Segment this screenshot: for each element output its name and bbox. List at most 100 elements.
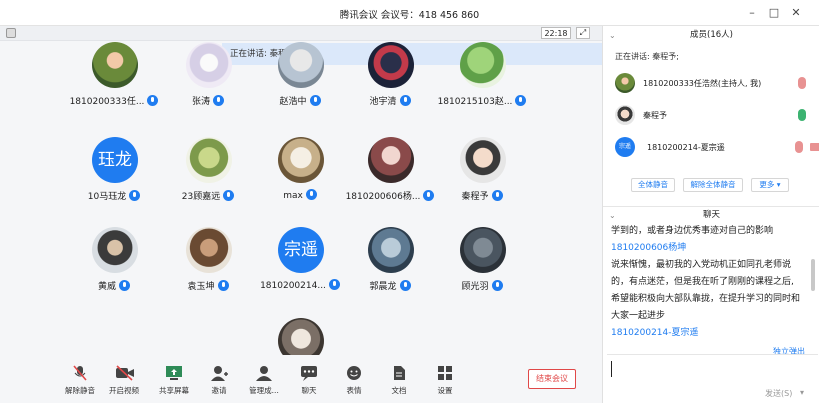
chat-input[interactable] bbox=[607, 354, 818, 385]
start-video-button[interactable]: 开启视频 bbox=[99, 365, 149, 396]
share-screen-button[interactable]: 共享屏幕 bbox=[149, 365, 199, 396]
mic-off-icon[interactable] bbox=[795, 141, 803, 153]
camera-off-icon bbox=[115, 365, 134, 381]
mic-on-icon[interactable] bbox=[798, 109, 806, 121]
mic-off-icon[interactable] bbox=[798, 77, 806, 89]
participant-tile[interactable]: 珏龙 10马珏龙 bbox=[64, 137, 164, 207]
mic-icon bbox=[213, 95, 224, 106]
participant-name: 袁玉坤 bbox=[187, 282, 215, 292]
emoji-icon bbox=[345, 365, 363, 381]
security-shield-icon[interactable] bbox=[6, 28, 16, 38]
settings-icon bbox=[436, 365, 454, 381]
chevron-down-icon[interactable]: ⌄ bbox=[609, 27, 616, 44]
chat-icon bbox=[300, 365, 318, 381]
mic-muted-icon bbox=[71, 365, 89, 381]
participant-avatar bbox=[460, 42, 506, 88]
toolbar-label: 开启视频 bbox=[109, 386, 139, 395]
toolbar-label: 设置 bbox=[437, 386, 453, 395]
member-avatar bbox=[615, 73, 635, 93]
meeting-clock: 22:18 bbox=[541, 27, 571, 39]
emoji-button[interactable]: 表情 bbox=[329, 365, 379, 396]
participant-name: 10马珏龙 bbox=[87, 192, 127, 202]
window-title: 腾讯会议 会议号：418 456 860 bbox=[339, 10, 480, 21]
participant-tile[interactable]: 袁玉坤 bbox=[158, 227, 258, 297]
maximize-button[interactable]: □ bbox=[766, 5, 782, 21]
camera-off-icon[interactable] bbox=[810, 143, 819, 151]
toolbar-label: 共享屏幕 bbox=[159, 386, 189, 395]
chat-header[interactable]: ⌄ 聊天 bbox=[603, 206, 819, 223]
member-row[interactable]: 宗遥 1810200214-夏宗遥 bbox=[615, 137, 819, 159]
participant-name: 张涛 bbox=[191, 97, 210, 107]
chat-line: 说来惭愧，最初我的入党动机正如同孔老师说 bbox=[611, 260, 792, 270]
send-options-chevron-icon[interactable]: ▾ bbox=[800, 388, 804, 397]
toolbar-label: 解除静音 bbox=[65, 386, 95, 395]
participant-name: 秦程予 bbox=[461, 192, 489, 202]
participant-tile[interactable]: 黄威 bbox=[64, 227, 164, 297]
document-icon bbox=[390, 365, 408, 381]
participant-tile[interactable]: 池宇清 bbox=[340, 42, 440, 112]
chat-line: 的，有点迷茫，但是我在听了刚刚的课程之后, bbox=[611, 277, 794, 287]
member-row[interactable]: 秦程予 bbox=[615, 105, 815, 127]
mic-icon bbox=[305, 189, 317, 200]
participant-tile[interactable]: 顾光羽 bbox=[432, 227, 532, 297]
fullscreen-icon[interactable]: ⤢ bbox=[576, 27, 590, 39]
mic-icon bbox=[399, 280, 411, 291]
participant-avatar bbox=[460, 227, 506, 273]
mic-icon bbox=[217, 280, 229, 291]
text-caret bbox=[611, 361, 612, 377]
participant-tile[interactable]: 1810200606杨... bbox=[340, 137, 440, 207]
participant-name: max bbox=[283, 191, 303, 201]
participant-avatar: 宗遥 bbox=[278, 227, 324, 273]
toolbar-label: 聊天 bbox=[301, 386, 317, 395]
chat-line: 希望能积极向大部队靠拢，在提升学习的同时和 bbox=[611, 294, 801, 304]
toolbar-label: 表情 bbox=[346, 386, 362, 395]
chat-line: 学到的，或者身边优秀事迹对自己的影响 bbox=[611, 226, 774, 236]
participant-tile[interactable]: 1810215103赵... bbox=[432, 42, 532, 112]
members-header[interactable]: ⌄ 成员(16人) bbox=[603, 27, 819, 44]
member-row[interactable]: 1810200333任浩然(主持人, 我) bbox=[615, 73, 815, 95]
chevron-down-icon[interactable]: ⌄ bbox=[609, 207, 616, 224]
participant-avatar bbox=[186, 227, 232, 273]
participant-avatar bbox=[278, 318, 324, 358]
participant-tile[interactable] bbox=[250, 318, 350, 358]
mic-icon bbox=[129, 190, 141, 201]
participant-tile[interactable]: 张涛 bbox=[158, 42, 258, 112]
document-button[interactable]: 文档 bbox=[374, 365, 424, 396]
mute-all-button[interactable]: 全体静音 bbox=[631, 178, 675, 192]
toolbar-label: 邀请 bbox=[211, 386, 227, 395]
settings-button[interactable]: 设置 bbox=[420, 365, 470, 396]
chat-button[interactable]: 聊天 bbox=[284, 365, 334, 396]
manage-members-button[interactable]: 管理成... bbox=[239, 365, 289, 396]
close-button[interactable]: ✕ bbox=[788, 5, 804, 21]
chat-line: 大家一起进步 bbox=[611, 311, 666, 321]
unmute-all-button[interactable]: 解除全体静音 bbox=[683, 178, 743, 192]
participant-name: 赵浩中 bbox=[279, 97, 307, 107]
participant-avatar bbox=[368, 42, 414, 88]
mic-icon bbox=[515, 95, 527, 106]
participant-name: 郭晨龙 bbox=[369, 282, 397, 292]
participant-avatar bbox=[278, 42, 324, 88]
participant-avatar bbox=[92, 227, 138, 273]
participant-avatar bbox=[460, 137, 506, 183]
mic-icon bbox=[491, 280, 503, 291]
member-avatar bbox=[615, 105, 635, 125]
chat-sender: 1810200214-夏宗遥 bbox=[611, 328, 699, 338]
chat-scrollbar[interactable] bbox=[811, 259, 815, 291]
end-meeting-button[interactable]: 结束会议 bbox=[528, 369, 576, 389]
meeting-info-bar: 22:18 ⤢ bbox=[0, 26, 602, 41]
unmute-button[interactable]: 解除静音 bbox=[55, 365, 105, 396]
participant-avatar bbox=[368, 227, 414, 273]
send-button[interactable]: 发送(S) bbox=[765, 388, 792, 399]
toolbar-label: 文档 bbox=[391, 386, 407, 395]
participant-tile[interactable]: 秦程予 bbox=[432, 137, 532, 207]
participant-tile[interactable]: 郭晨龙 bbox=[340, 227, 440, 297]
more-button[interactable]: 更多 ▾ bbox=[751, 178, 789, 192]
mic-icon bbox=[119, 280, 130, 291]
participant-name: 顾光羽 bbox=[461, 282, 489, 292]
meeting-toolbar: 解除静音 开启视频 共享屏幕 邀请 管理成... 聊天 表情 文档 设置 结束会… bbox=[0, 355, 602, 403]
minimize-button[interactable]: – bbox=[744, 5, 760, 21]
participant-tile[interactable]: 1810200333任... bbox=[64, 42, 164, 112]
participant-tile[interactable]: 23顾嘉远 bbox=[158, 137, 258, 207]
members-icon bbox=[255, 365, 273, 381]
invite-button[interactable]: 邀请 bbox=[194, 365, 244, 396]
